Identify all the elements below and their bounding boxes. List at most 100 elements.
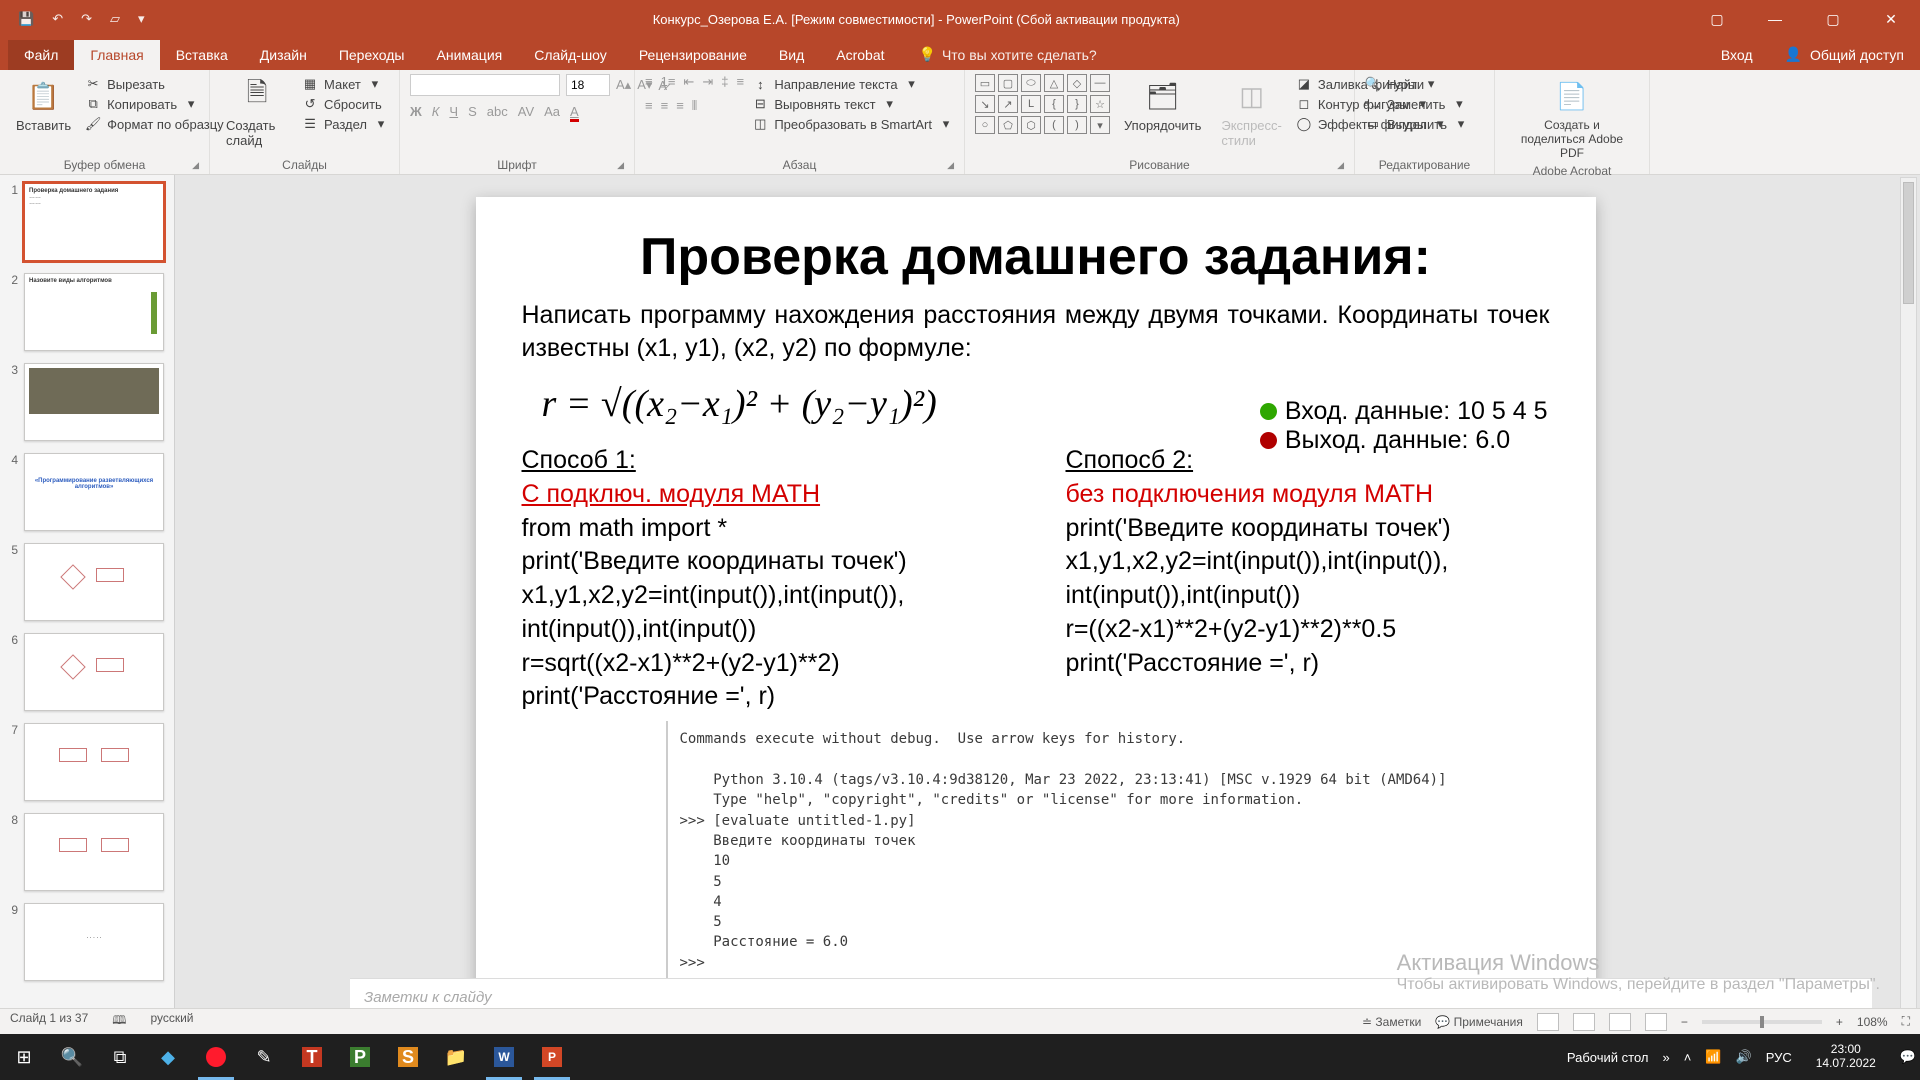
indent-inc-button[interactable]: ⇥ [702, 74, 713, 90]
tab-transitions[interactable]: Переходы [323, 40, 421, 70]
quick-styles-button[interactable]: ◫Экспресс-стили [1215, 74, 1288, 150]
zoom-in-button[interactable]: + [1836, 1015, 1843, 1029]
tray-up-icon[interactable]: ˄ [1684, 1050, 1692, 1065]
tab-slideshow[interactable]: Слайд-шоу [518, 40, 623, 70]
spacing-button[interactable]: AV [518, 104, 534, 119]
strike-button[interactable]: S [468, 104, 477, 119]
line-spacing-button[interactable]: ‡ [721, 74, 728, 90]
taskbar-app-opera[interactable] [192, 1034, 240, 1080]
language-status[interactable]: русский [150, 1011, 193, 1032]
find-button[interactable]: 🔍Найти [1365, 76, 1469, 92]
tab-review[interactable]: Рецензирование [623, 40, 763, 70]
font-color-button[interactable]: A [570, 104, 579, 119]
align-text-button[interactable]: ⊟Выровнять текст▾ [752, 96, 954, 112]
taskbar-app-explorer[interactable]: 📁 [432, 1034, 480, 1080]
tell-me[interactable]: 💡Что вы хотите сделать? [901, 39, 1115, 70]
qat-more-icon[interactable]: ▾ [138, 11, 145, 27]
dialog-launcher-icon[interactable]: ◢ [947, 160, 954, 171]
taskbar-app-word[interactable]: W [480, 1034, 528, 1080]
view-sorter-button[interactable] [1573, 1013, 1595, 1031]
copy-button[interactable]: ⧉Копировать▾ [85, 96, 224, 112]
tray-network-icon[interactable]: 📶 [1705, 1049, 1721, 1065]
redo-icon[interactable]: ↷ [81, 11, 92, 27]
indent-dec-button[interactable]: ⇤ [683, 74, 694, 90]
justify-button[interactable]: ≡ [676, 98, 684, 114]
thumbnail-8[interactable]: 8 [6, 813, 168, 891]
zoom-slider[interactable] [1702, 1020, 1822, 1024]
italic-button[interactable]: К [432, 104, 440, 119]
font-name-input[interactable] [410, 74, 560, 96]
grow-font-icon[interactable]: A▴ [616, 77, 631, 93]
share-button[interactable]: 👤Общий доступ [1769, 39, 1920, 70]
maximize-icon[interactable]: ▢ [1804, 0, 1862, 38]
align-right-button[interactable]: ≡ [661, 98, 669, 114]
save-icon[interactable]: 💾 [18, 11, 34, 27]
slide-counter[interactable]: Слайд 1 из 37 [10, 1011, 88, 1032]
thumbnail-6[interactable]: 6 [6, 633, 168, 711]
comments-toggle[interactable]: 💬 Примечания [1435, 1015, 1523, 1029]
numbering-button[interactable]: 1≡ [661, 74, 676, 90]
underline-button[interactable]: Ч [449, 104, 458, 119]
notes-toggle[interactable]: ≐ Заметки [1362, 1015, 1421, 1029]
replace-button[interactable]: ᵃ↔Заменить▾ [1365, 96, 1469, 112]
bold-button[interactable]: Ж [410, 104, 422, 119]
tray-desktop-label[interactable]: Рабочий стол [1567, 1050, 1649, 1065]
taskbar-app-p[interactable]: P [336, 1034, 384, 1080]
tab-animation[interactable]: Анимация [421, 40, 519, 70]
fit-button[interactable]: ⛶ [1902, 1014, 1910, 1029]
tab-design[interactable]: Дизайн [244, 40, 323, 70]
tab-file[interactable]: Файл [8, 40, 74, 70]
undo-icon[interactable]: ↶ [52, 11, 63, 27]
slide-canvas[interactable]: Проверка домашнего задания: Написать про… [476, 197, 1596, 1020]
taskbar-app-t[interactable]: T [288, 1034, 336, 1080]
acrobat-pdf-button[interactable]: 📄Создать и поделиться Adobe PDF [1505, 74, 1639, 162]
taskbar-app-edge[interactable]: ◆ [144, 1034, 192, 1080]
dialog-launcher-icon[interactable]: ◢ [192, 160, 199, 171]
align-left-button[interactable]: ≡ [736, 74, 744, 90]
view-reading-button[interactable] [1609, 1013, 1631, 1031]
tab-home[interactable]: Главная [74, 40, 159, 70]
reset-button[interactable]: ↺Сбросить [302, 96, 389, 112]
font-size-input[interactable] [566, 74, 610, 96]
tray-lang[interactable]: РУС [1766, 1050, 1792, 1065]
close-icon[interactable]: ✕ [1862, 0, 1920, 38]
thumbnail-5[interactable]: 5 [6, 543, 168, 621]
tab-acrobat[interactable]: Acrobat [820, 40, 900, 70]
zoom-level[interactable]: 108% [1857, 1015, 1888, 1029]
tray-volume-icon[interactable]: 🔊 [1736, 1049, 1752, 1065]
search-button[interactable]: 🔍 [48, 1034, 96, 1080]
ribbon-options-icon[interactable]: ▢ [1688, 0, 1746, 38]
arrange-button[interactable]: 🗂Упорядочить [1118, 74, 1207, 135]
new-slide-button[interactable]: 🗎Создать слайд [220, 74, 294, 150]
align-center-button[interactable]: ≡ [645, 98, 653, 114]
view-slideshow-button[interactable] [1645, 1013, 1667, 1031]
thumbnail-9[interactable]: 9. . . . . [6, 903, 168, 981]
slide-thumbnails-pane[interactable]: 1Проверка домашнего задания………… 2Назовит… [0, 175, 175, 1020]
shadow-button[interactable]: abc [487, 104, 508, 119]
tab-insert[interactable]: Вставка [160, 40, 244, 70]
paste-button[interactable]: 📋Вставить [10, 74, 77, 135]
spellcheck-icon[interactable]: 🕮 [112, 1011, 126, 1032]
slide-stage[interactable]: Проверка домашнего задания: Написать про… [175, 175, 1896, 1020]
thumbnail-1[interactable]: 1Проверка домашнего задания………… [6, 183, 168, 261]
thumbnail-7[interactable]: 7 [6, 723, 168, 801]
layout-button[interactable]: ▦Макет▾ [302, 76, 389, 92]
thumbnail-2[interactable]: 2Назовите виды алгоритмов [6, 273, 168, 351]
case-button[interactable]: Aa [544, 104, 560, 119]
smartart-button[interactable]: ◫Преобразовать в SmartArt▾ [752, 116, 954, 132]
minimize-icon[interactable]: — [1746, 0, 1804, 38]
zoom-out-button[interactable]: − [1681, 1015, 1688, 1029]
start-button[interactable]: ⊞ [0, 1034, 48, 1080]
taskbar-app-s[interactable]: S [384, 1034, 432, 1080]
select-button[interactable]: ▭Выделить▾ [1365, 116, 1469, 132]
thumbnail-4[interactable]: 4«Программирование разветвляющихся алгор… [6, 453, 168, 531]
dialog-launcher-icon[interactable]: ◢ [617, 160, 624, 171]
dialog-launcher-icon[interactable]: ◢ [1337, 160, 1344, 171]
tray-notifications-icon[interactable]: 💬 [1900, 1049, 1916, 1065]
taskbar-app-pen[interactable]: ✎ [240, 1034, 288, 1080]
columns-button[interactable]: ⫴ [692, 98, 697, 114]
format-painter-button[interactable]: 🖌Формат по образцу [85, 116, 224, 132]
tray-chevron-icon[interactable]: » [1663, 1050, 1670, 1065]
view-normal-button[interactable] [1537, 1013, 1559, 1031]
vertical-scrollbar[interactable] [1896, 175, 1920, 1020]
